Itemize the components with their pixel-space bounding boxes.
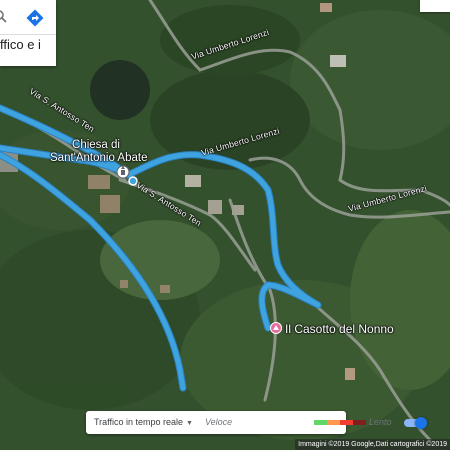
- chevron-down-icon: ▼: [186, 420, 193, 427]
- speed-slow-label: Lento: [369, 417, 392, 427]
- traffic-dropdown[interactable]: Traffico in tempo reale ▼: [94, 417, 193, 429]
- map-attribution: Immagini ©2019 Google,Dati cartografici …: [295, 439, 450, 450]
- church-label-line1: Chiesa di: [72, 139, 120, 151]
- scale-segment-red: [340, 420, 353, 425]
- top-right-control[interactable]: [420, 0, 450, 12]
- search-card-icons: [0, 8, 56, 30]
- church-label[interactable]: Chiesa di Sant'Antonio Abate: [50, 139, 148, 165]
- toggle-knob: [415, 417, 427, 429]
- magnifier-icon[interactable]: [0, 10, 8, 24]
- scale-segment-green: [314, 420, 327, 425]
- destination-pin-icon: [270, 322, 282, 334]
- church-label-line2: Sant'Antonio Abate: [50, 152, 148, 164]
- church-pin-icon: [116, 165, 130, 179]
- directions-icon[interactable]: [26, 9, 44, 27]
- traffic-legend-bar: Traffico in tempo reale ▼ Veloce Lento: [86, 411, 427, 434]
- route-start-marker: [128, 176, 138, 186]
- scale-segment-orange: [327, 420, 340, 425]
- search-card-partial-text: ffico e i: [0, 37, 41, 52]
- scale-segment-darkred: [353, 420, 366, 425]
- traffic-speed-scale: [314, 420, 366, 425]
- traffic-toggle[interactable]: [404, 417, 427, 429]
- satellite-map[interactable]: [0, 0, 450, 450]
- speed-fast-label: Veloce: [205, 417, 233, 427]
- search-card-divider: [0, 34, 56, 35]
- traffic-dropdown-label: Traffico in tempo reale: [94, 417, 184, 427]
- destination-label[interactable]: Il Casotto del Nonno: [285, 322, 394, 336]
- search-card[interactable]: ffico e i: [0, 0, 56, 66]
